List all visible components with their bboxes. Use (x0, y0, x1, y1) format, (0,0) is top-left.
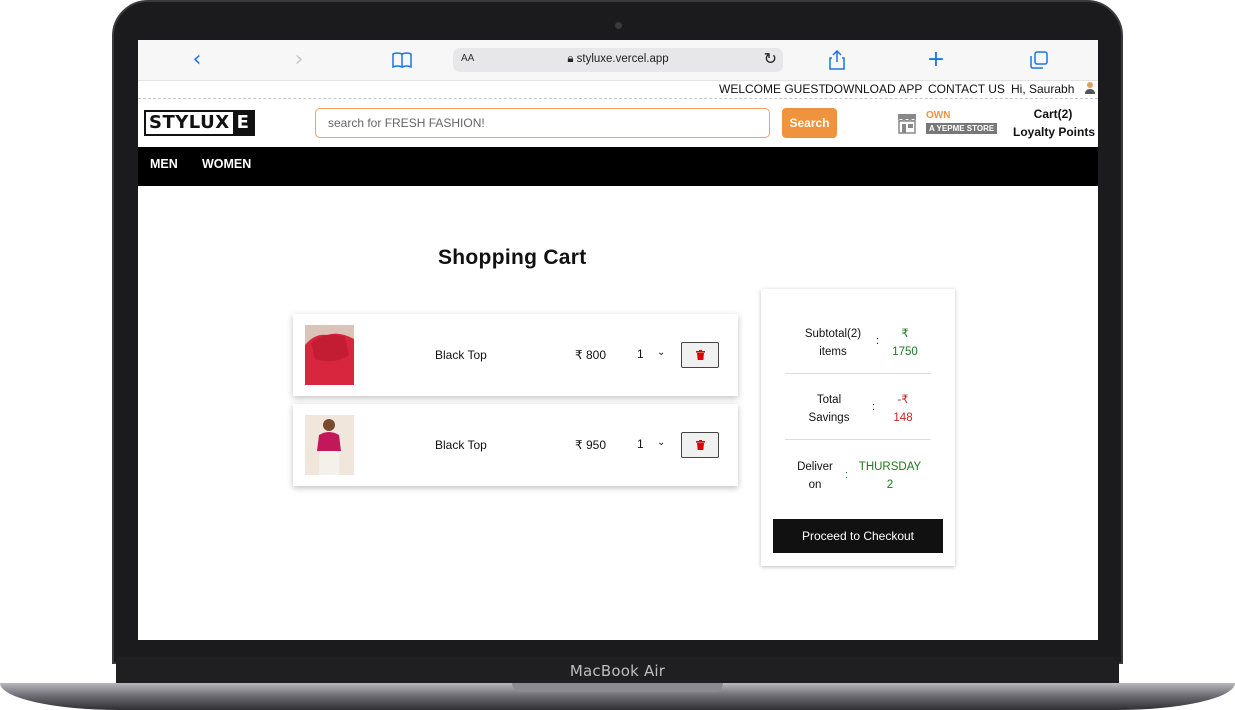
site-header: STYLUX E Search OWN A YEPME STORE Cart(2… (138, 99, 1098, 147)
product-name: Black Top (435, 348, 487, 362)
camera-dot (615, 22, 622, 29)
chevron-down-icon[interactable]: ⌄ (657, 437, 665, 448)
welcome-guest-link[interactable]: WELCOME GUEST (719, 82, 826, 96)
device-label: MacBook Air (569, 662, 666, 680)
subtotal-currency: ₹ (901, 328, 909, 340)
chevron-down-icon[interactable]: ⌄ (657, 347, 665, 358)
category-nav: MEN WOMEN (138, 147, 1098, 186)
back-icon[interactable]: ‹ (185, 48, 209, 72)
cart-item-row: Black Top ₹ 950 1 ⌄ (293, 404, 738, 486)
subtotal-label-line1: Subtotal(2) (804, 328, 862, 340)
yepme-store-label[interactable]: A YEPME STORE (926, 123, 998, 134)
url-label: styluxe.vercel.app (576, 53, 669, 65)
own-store-label[interactable]: OWN (926, 110, 950, 121)
savings-currency: -₹ (897, 394, 909, 406)
top-utility-strip: WELCOME GUEST DOWNLOAD APP CONTACT US Hi… (138, 80, 1098, 99)
product-price: ₹ 800 (575, 348, 606, 362)
search-input[interactable] (315, 108, 770, 138)
user-greeting[interactable]: Hi, Saurabh (1011, 82, 1074, 96)
delivery-row: Deliver on : THURSDAY 2 (785, 439, 931, 505)
store-icon[interactable] (896, 112, 918, 134)
bookmarks-icon[interactable] (390, 48, 414, 72)
forward-icon[interactable]: › (287, 48, 311, 72)
proceed-to-checkout-button[interactable]: Proceed to Checkout (773, 519, 943, 553)
deliver-label: Deliver on (785, 458, 845, 494)
share-icon[interactable] (825, 48, 849, 72)
product-thumbnail[interactable] (305, 325, 354, 385)
subtotal-amount: 1750 (892, 346, 918, 358)
subtotal-label: Subtotal(2) items (785, 325, 881, 361)
product-thumbnail[interactable] (305, 415, 354, 475)
delivery-date: THURSDAY 2 (855, 458, 925, 494)
cart-link[interactable]: Cart(2) (1028, 107, 1078, 121)
tabs-icon[interactable] (1027, 48, 1051, 72)
subtotal-row: Subtotal(2) items : ₹ 1750 (785, 307, 931, 374)
browser-toolbar: ‹ › AA 🔒︎ styluxe.vercel.app ↻ + (138, 40, 1098, 81)
page-title: Shopping Cart (438, 246, 587, 269)
deliver-label-line2: on (808, 479, 822, 491)
new-tab-icon[interactable]: + (924, 48, 948, 72)
order-summary-panel: Subtotal(2) items : ₹ 1750 Total Savings… (761, 289, 955, 566)
contact-us-link[interactable]: CONTACT US (928, 82, 1005, 96)
user-icon[interactable] (1084, 81, 1096, 95)
delivery-day: THURSDAY (858, 461, 922, 473)
logo-box-letter: E (232, 112, 253, 134)
deliver-label-line1: Deliver (797, 461, 833, 473)
quantity-select[interactable]: 1 (637, 437, 644, 451)
savings-amount: 148 (893, 412, 913, 424)
reload-icon[interactable]: ↻ (764, 49, 777, 68)
trash-icon (696, 350, 705, 360)
browser-screen: ‹ › AA 🔒︎ styluxe.vercel.app ↻ + WELCOME… (138, 40, 1098, 640)
savings-value: -₹ 148 (883, 391, 923, 427)
product-price: ₹ 950 (575, 438, 606, 452)
lock-icon: 🔒︎ (567, 53, 574, 65)
url-text: 🔒︎ styluxe.vercel.app (453, 53, 783, 66)
address-bar[interactable]: AA 🔒︎ styluxe.vercel.app ↻ (453, 48, 783, 72)
savings-label-line2: Savings (808, 412, 850, 424)
cart-item-row: Black Top ₹ 800 1 ⌄ (293, 314, 738, 396)
savings-label: Total Savings (785, 391, 873, 427)
subtotal-colon: : (876, 335, 880, 347)
savings-colon: : (872, 401, 876, 413)
laptop-notch (512, 683, 723, 692)
loyalty-points-link[interactable]: Loyalty Points (1013, 125, 1095, 139)
delivery-day-number: 2 (886, 479, 894, 491)
nav-item-men[interactable]: MEN (150, 157, 178, 171)
nav-item-women[interactable]: WOMEN (202, 157, 251, 171)
quantity-select[interactable]: 1 (637, 347, 644, 361)
trash-icon (696, 440, 705, 450)
logo-text: STYLUX (149, 112, 230, 133)
delete-item-button[interactable] (681, 432, 719, 458)
savings-label-line1: Total (816, 394, 842, 406)
subtotal-label-line2: items (819, 346, 847, 358)
savings-row: Total Savings : -₹ 148 (785, 373, 931, 440)
search-button[interactable]: Search (782, 108, 837, 138)
delete-item-button[interactable] (681, 342, 719, 368)
subtotal-value: ₹ 1750 (883, 325, 927, 361)
product-name: Black Top (435, 438, 487, 452)
styluxe-logo[interactable]: STYLUX E (144, 110, 255, 136)
deliver-colon: : (845, 469, 849, 481)
download-app-link[interactable]: DOWNLOAD APP (825, 82, 922, 96)
